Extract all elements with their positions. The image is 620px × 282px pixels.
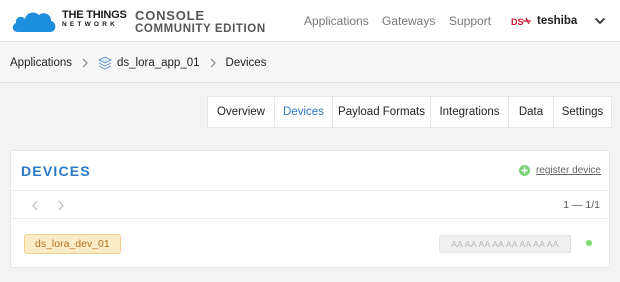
status-dot-icon xyxy=(586,240,592,246)
console-title-line-1: CONSOLE xyxy=(135,8,205,23)
console-title: CONSOLE COMMUNITY EDITION xyxy=(135,9,266,36)
brand-line-1: THE THINGS xyxy=(62,9,127,21)
nav-support[interactable]: Support xyxy=(449,0,491,42)
user-avatar-icon: DS xyxy=(511,17,531,27)
chevron-right-icon xyxy=(210,58,216,67)
cloud-logo-icon[interactable] xyxy=(10,8,58,34)
breadcrumb: Applications ds_lora_app_01 Devices xyxy=(0,43,620,83)
device-id-tag[interactable]: ds_lora_dev_01 xyxy=(24,234,121,254)
tab-settings[interactable]: Settings xyxy=(554,97,611,127)
tab-payload-formats[interactable]: Payload Formats xyxy=(333,97,431,127)
devices-panel-header: DEVICES register device xyxy=(11,151,609,191)
top-navbar: THE THINGS NETWORK CONSOLE COMMUNITY EDI… xyxy=(0,0,620,42)
app-tabs: Overview Devices Payload Formats Integra… xyxy=(207,96,612,128)
chevron-left-icon[interactable] xyxy=(31,200,39,211)
pagination-bar: 1 — 1/1 xyxy=(11,192,609,219)
breadcrumb-devices: Devices xyxy=(225,56,267,69)
username: teshiba xyxy=(537,15,578,27)
chevron-right-icon xyxy=(82,58,88,67)
chevron-right-icon[interactable] xyxy=(57,200,65,211)
breadcrumb-app[interactable]: ds_lora_app_01 xyxy=(117,57,200,69)
user-menu[interactable]: DS teshiba xyxy=(511,13,577,29)
register-device-link[interactable]: register device xyxy=(518,165,601,176)
breadcrumb-applications[interactable]: Applications xyxy=(10,57,72,69)
tab-integrations[interactable]: Integrations xyxy=(431,97,509,127)
dev-eui-value: AA AA AA AA AA AA AA AA xyxy=(439,235,571,253)
pagination-count: 1 — 1/1 xyxy=(563,199,600,211)
chevron-down-icon[interactable] xyxy=(594,17,606,25)
nav-gateways[interactable]: Gateways xyxy=(382,0,435,42)
console-title-line-2: COMMUNITY EDITION xyxy=(135,23,266,35)
register-device-label: register device xyxy=(535,165,601,176)
tab-overview[interactable]: Overview xyxy=(208,97,275,127)
brand-wordmark[interactable]: THE THINGS NETWORK xyxy=(62,10,127,29)
nav-applications[interactable]: Applications xyxy=(304,0,369,42)
stack-icon xyxy=(98,55,113,70)
tab-data[interactable]: Data xyxy=(509,97,554,127)
brand-line-2: NETWORK xyxy=(62,21,118,28)
tab-devices[interactable]: Devices xyxy=(275,97,333,127)
devices-panel: DEVICES register device 1 — 1/1 ds_lora_… xyxy=(10,150,610,268)
svg-text:DS: DS xyxy=(511,17,524,27)
plus-circle-icon xyxy=(518,165,530,176)
devices-title: DEVICES xyxy=(21,163,91,179)
table-row[interactable]: ds_lora_dev_01 AA AA AA AA AA AA AA AA xyxy=(11,220,609,267)
